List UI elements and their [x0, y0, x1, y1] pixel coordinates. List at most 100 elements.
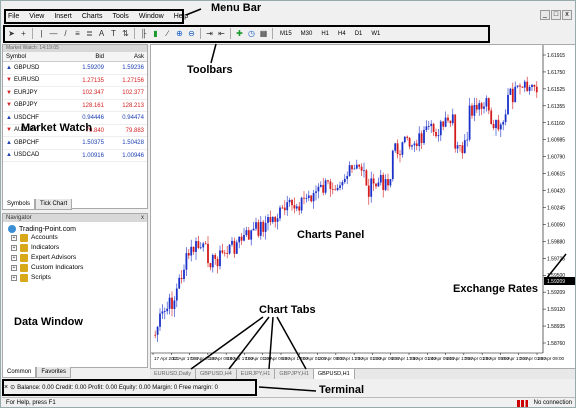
- price-label: 1.60420: [547, 189, 565, 195]
- trading-platform-window: File View Insert Charts Tools Window Hel…: [0, 0, 576, 408]
- broker-icon: [8, 225, 16, 233]
- candle-body: [375, 183, 377, 187]
- candle-body: [466, 139, 469, 141]
- candle-body: [319, 184, 322, 187]
- candle-body: [389, 179, 392, 186]
- market-watch-row[interactable]: ▼ EURJPY 102.347 102.377: [3, 87, 147, 100]
- candle-body: [331, 189, 334, 190]
- candle-body: [226, 253, 229, 254]
- candle-body: [271, 216, 274, 223]
- column-bid[interactable]: Bid: [65, 52, 107, 61]
- price-label: 1.58935: [547, 324, 565, 330]
- candle-body: [216, 258, 219, 267]
- candle-body: [219, 250, 221, 267]
- candle-body: [324, 180, 327, 193]
- tab-symbols[interactable]: Symbols: [2, 199, 36, 210]
- navigator-item-label: Accounts: [31, 234, 58, 241]
- candle-body: [310, 195, 313, 202]
- candle-body: [154, 334, 157, 336]
- chart-tab[interactable]: GBPUSD,H4: [196, 369, 237, 379]
- candle-body: [432, 123, 435, 132]
- candle-body: [516, 85, 519, 87]
- price-label: 1.61355: [547, 104, 565, 110]
- arrow-down-icon: ▼: [6, 89, 12, 96]
- close-button[interactable]: x: [562, 10, 572, 20]
- navigator-item-indicators[interactable]: + Indicators: [3, 243, 147, 253]
- market-watch-row[interactable]: ▼ EURUSD 1.27135 1.27156: [3, 75, 147, 87]
- candle-body: [504, 114, 507, 123]
- candle-body: [406, 136, 409, 138]
- candle-body: [451, 114, 454, 124]
- expand-icon[interactable]: +: [11, 275, 17, 281]
- price-label: 1.60985: [547, 138, 565, 144]
- chart-panel[interactable]: 1.61915 1.61750 1.61525 1.61355 1.61160 1.609…: [150, 44, 576, 370]
- market-watch-row[interactable]: ▲ GBPCHF 1.50375 1.50428: [3, 137, 147, 150]
- candle-body: [509, 88, 512, 95]
- connection-status: No connection: [516, 399, 572, 407]
- tab-common[interactable]: Common: [2, 367, 37, 378]
- chart-tab[interactable]: EURJPY,H1: [237, 369, 276, 379]
- candle-body: [514, 86, 517, 103]
- navigator-item-custom-indicators[interactable]: + Custom Indicators: [3, 263, 147, 273]
- tab-favorites[interactable]: Favorites: [36, 367, 72, 378]
- candle-body: [377, 182, 380, 187]
- candle-body: [168, 297, 171, 309]
- chart-tab[interactable]: GBPUSD,H1: [313, 369, 355, 379]
- candle-body: [286, 202, 289, 211]
- candle-body: [223, 252, 226, 254]
- candle-body: [478, 103, 481, 110]
- candle-body: [192, 246, 195, 252]
- price-label: 1.60615: [547, 172, 565, 178]
- candle-body: [269, 217, 272, 223]
- market-watch-row[interactable]: ▲ USDCAD 1.00916 1.00946: [3, 150, 147, 162]
- candle-body: [209, 263, 212, 268]
- toolbar-highlight: [3, 25, 490, 43]
- column-symbol[interactable]: Symbol: [3, 52, 65, 61]
- navigator-item-scripts[interactable]: + Scripts: [3, 273, 147, 283]
- candle-body: [535, 86, 538, 93]
- candle-body: [341, 182, 344, 186]
- candle-body: [197, 241, 200, 248]
- navigator-item-expert-advisors[interactable]: + Expert Advisors: [3, 253, 147, 263]
- candle-body: [348, 165, 351, 177]
- candle-body: [485, 98, 488, 107]
- candle-body: [531, 84, 533, 87]
- price-label: 1.61915: [547, 53, 565, 59]
- navigator-root[interactable]: Trading-Point.com: [3, 225, 147, 233]
- candle-body: [336, 187, 339, 191]
- chart-tab[interactable]: GBPJPY,H1: [275, 369, 314, 379]
- arrow-down-icon: ▼: [6, 127, 12, 133]
- navigator-tabs: Common Favorites: [2, 367, 148, 378]
- candle-body: [185, 253, 188, 270]
- candle-body: [171, 297, 173, 309]
- annotation-market-watch: Market Watch: [21, 122, 93, 134]
- candle-body: [255, 222, 257, 229]
- candle-body: [533, 84, 536, 87]
- price-label: 1.59120: [547, 307, 565, 313]
- restore-button[interactable]: □: [551, 10, 561, 20]
- current-price-label: 1.59209: [547, 279, 565, 285]
- row-ask: 1.59236: [122, 65, 144, 71]
- date-label: 26 Apr 09:00: [538, 356, 564, 361]
- expand-icon[interactable]: +: [11, 255, 17, 261]
- expand-icon[interactable]: +: [11, 245, 17, 251]
- row-symbol: ▲ GBPUSD: [3, 62, 65, 74]
- chart-tab[interactable]: EURUSD,Daily: [150, 369, 196, 379]
- candle-body: [526, 81, 529, 91]
- candle-body: [262, 221, 265, 232]
- candle-body: [511, 88, 514, 103]
- expand-icon[interactable]: +: [11, 265, 17, 271]
- candle-body: [245, 230, 248, 236]
- minimize-button[interactable]: _: [540, 10, 550, 20]
- expand-icon[interactable]: +: [11, 235, 17, 241]
- market-watch-row[interactable]: ▼ GBPJPY 128.161 128.213: [3, 100, 147, 112]
- row-bid: 102.347: [82, 90, 104, 96]
- column-ask[interactable]: Ask: [107, 52, 147, 61]
- price-chart[interactable]: 1.61915 1.61750 1.61525 1.61355 1.61160 1.609…: [151, 45, 576, 370]
- navigator-item-accounts[interactable]: + Accounts: [3, 233, 147, 243]
- navigator-close-icon[interactable]: x: [141, 214, 144, 222]
- candle-body: [346, 176, 349, 179]
- market-watch-row[interactable]: ▲ GBPUSD 1.59209 1.59236: [3, 62, 147, 75]
- candle-body: [456, 145, 459, 149]
- tab-tick-chart[interactable]: Tick Chart: [35, 199, 73, 210]
